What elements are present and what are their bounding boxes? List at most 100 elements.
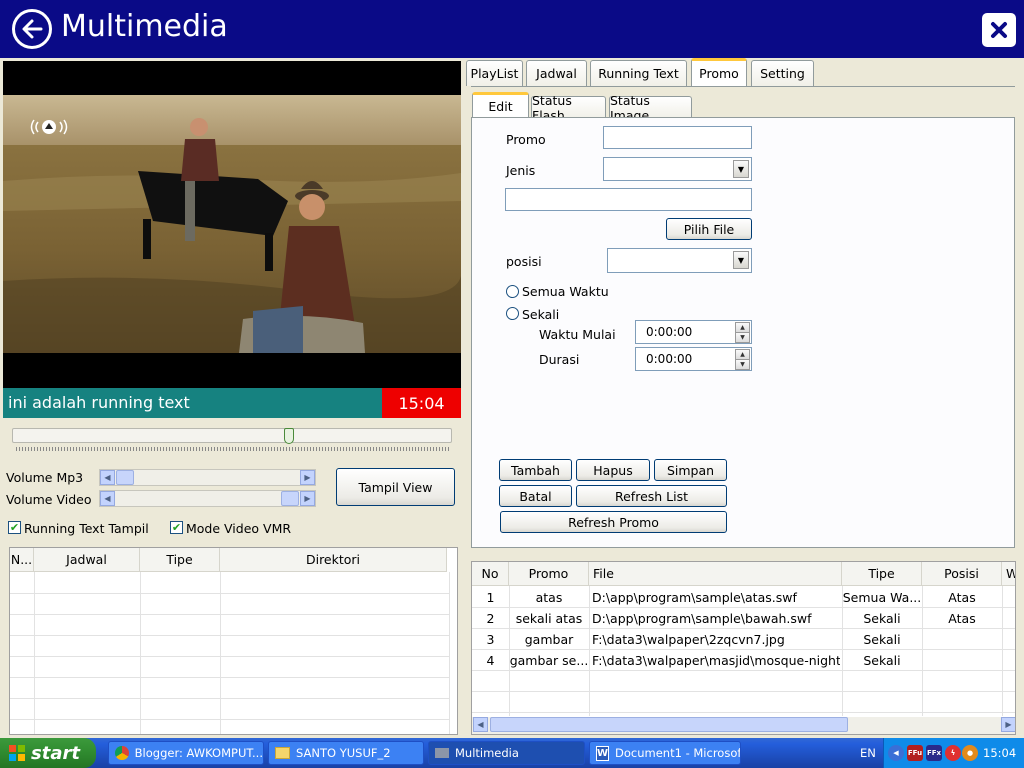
column-header[interactable]: Direktori	[220, 548, 447, 572]
scroll-right-icon[interactable]: ▶	[1001, 717, 1015, 732]
jenis-combobox[interactable]: ▼	[603, 157, 752, 181]
tab-playlist[interactable]: PlayList	[466, 60, 523, 86]
table-cell[interactable]: F:\data3\walpaper\2zqcvn7.jpg	[592, 632, 840, 647]
spin-down-icon[interactable]: ▼	[735, 359, 750, 370]
tray-app-icon[interactable]: FFx	[926, 745, 942, 761]
posisi-combobox[interactable]: ▼	[607, 248, 752, 273]
table-cell[interactable]: 2	[472, 611, 509, 626]
volume-video-thumb[interactable]	[281, 491, 299, 506]
tray-arrow-icon[interactable]: ◀	[888, 745, 904, 761]
taskbar-item-blogger[interactable]: Blogger: AWKOMPUT...	[108, 741, 264, 765]
table-cell[interactable]: atas	[509, 590, 589, 605]
column-header[interactable]: N...	[10, 548, 34, 572]
volume-video-slider[interactable]: ◀ ▶	[99, 490, 316, 507]
tampil-view-button[interactable]: Tampil View	[336, 468, 455, 506]
close-button[interactable]	[982, 13, 1016, 47]
scrollbar-thumb[interactable]	[490, 717, 848, 732]
table-cell[interactable]: Atas	[922, 590, 1002, 605]
table-cell[interactable]: D:\app\program\sample\bawah.swf	[592, 611, 840, 626]
promo-table[interactable]: No Promo File Tipe Posisi W 1 atas D:\ap…	[471, 561, 1016, 735]
scroll-right-icon[interactable]: ▶	[300, 470, 315, 485]
tab-running-text[interactable]: Running Text	[590, 60, 687, 86]
column-header[interactable]: Promo	[509, 562, 589, 586]
scroll-left-icon[interactable]: ◀	[100, 470, 115, 485]
column-header[interactable]: File	[589, 562, 842, 586]
language-indicator[interactable]: EN	[860, 746, 876, 760]
waktu-mulai-value: 0:00:00	[646, 325, 693, 339]
durasi-value: 0:00:00	[646, 352, 693, 366]
table-cell[interactable]: Atas	[922, 611, 1002, 626]
promo-input[interactable]	[603, 126, 752, 149]
tab-jadwal[interactable]: Jadwal	[526, 60, 587, 86]
table-cell[interactable]: gambar se...	[509, 653, 589, 668]
mode-video-vmr-checkbox[interactable]: ✔	[170, 521, 183, 534]
table-cell[interactable]: Sekali	[842, 653, 922, 668]
start-button[interactable]: start	[0, 738, 96, 768]
table-cell[interactable]: gambar	[509, 632, 589, 647]
waktu-mulai-label: Waktu Mulai	[539, 327, 616, 342]
dropdown-arrow-icon[interactable]: ▼	[733, 160, 749, 178]
batal-button[interactable]: Batal	[499, 485, 572, 507]
tray-network-icon[interactable]: ●	[962, 745, 978, 761]
simpan-button[interactable]: Simpan	[654, 459, 727, 481]
tray-app-icon[interactable]: FFu	[907, 745, 923, 761]
running-text-tampil-checkbox[interactable]: ✔	[8, 521, 21, 534]
dropdown-arrow-icon[interactable]: ▼	[733, 251, 749, 269]
check-icon: ✔	[171, 521, 182, 534]
refresh-promo-button[interactable]: Refresh Promo	[500, 511, 727, 533]
tambah-button[interactable]: Tambah	[499, 459, 572, 481]
table-horizontal-scrollbar[interactable]: ◀ ▶	[472, 717, 1015, 734]
folder-icon	[275, 747, 290, 759]
file-path-input[interactable]	[505, 188, 752, 211]
durasi-input[interactable]: 0:00:00 ▲ ▼	[635, 347, 752, 371]
subtab-status-flash[interactable]: Status Flash	[531, 93, 606, 123]
scroll-right-icon[interactable]: ▶	[300, 491, 315, 506]
column-header[interactable]: W	[1002, 562, 1015, 586]
tab-setting[interactable]: Setting	[751, 60, 814, 86]
table-cell[interactable]: F:\data3\walpaper\masjid\mosque-night...	[592, 653, 840, 668]
windows-logo-icon	[9, 745, 25, 761]
hapus-button[interactable]: Hapus	[576, 459, 650, 481]
taskbar-item-folder[interactable]: SANTO YUSUF_2	[268, 741, 424, 765]
table-cell[interactable]: Sekali	[842, 632, 922, 647]
tray-flash-icon[interactable]: ϟ	[945, 745, 961, 761]
column-header[interactable]: Tipe	[842, 562, 922, 586]
schedule-table[interactable]: N... Jadwal Tipe Direktori	[9, 547, 458, 735]
subtab-status-image[interactable]: Status Image	[609, 93, 692, 123]
semua-waktu-radio[interactable]	[506, 285, 519, 298]
waktu-mulai-input[interactable]: 0:00:00 ▲ ▼	[635, 320, 752, 344]
table-cell[interactable]: Semua Wa...	[842, 590, 922, 605]
taskbar-item-multimedia[interactable]: Multimedia	[428, 741, 585, 765]
word-icon: W	[596, 745, 610, 761]
pilih-file-button[interactable]: Pilih File	[666, 218, 752, 240]
volume-mp3-label: Volume Mp3	[6, 470, 84, 485]
table-cell[interactable]: sekali atas	[509, 611, 589, 626]
seek-slider[interactable]	[12, 428, 452, 443]
seek-slider-thumb[interactable]	[284, 428, 294, 444]
window-title: Multimedia	[61, 9, 228, 44]
close-icon	[991, 22, 1007, 38]
volume-mp3-thumb[interactable]	[116, 470, 134, 485]
table-cell[interactable]: Sekali	[842, 611, 922, 626]
subtab-edit[interactable]: Edit	[472, 92, 529, 118]
column-header[interactable]: No	[472, 562, 509, 586]
table-cell[interactable]: D:\app\program\sample\atas.swf	[592, 590, 840, 605]
sekali-radio[interactable]	[506, 307, 519, 320]
table-cell[interactable]: 1	[472, 590, 509, 605]
tab-promo[interactable]: Promo	[691, 58, 747, 86]
column-header[interactable]: Posisi	[922, 562, 1002, 586]
video-frame	[3, 61, 461, 388]
video-player[interactable]	[3, 61, 461, 388]
volume-mp3-slider[interactable]: ◀ ▶	[99, 469, 316, 486]
spin-down-icon[interactable]: ▼	[735, 332, 750, 343]
scroll-left-icon[interactable]: ◀	[473, 717, 488, 732]
table-cell[interactable]: 4	[472, 653, 509, 668]
column-header[interactable]: Tipe	[140, 548, 220, 572]
scroll-left-icon[interactable]: ◀	[100, 491, 115, 506]
taskbar-item-word[interactable]: W Document1 - Microsof...	[589, 741, 741, 765]
table-cell[interactable]: 3	[472, 632, 509, 647]
running-text-tampil-label: Running Text Tampil	[24, 521, 149, 536]
refresh-list-button[interactable]: Refresh List	[576, 485, 727, 507]
back-button[interactable]	[12, 9, 52, 49]
column-header[interactable]: Jadwal	[34, 548, 140, 572]
